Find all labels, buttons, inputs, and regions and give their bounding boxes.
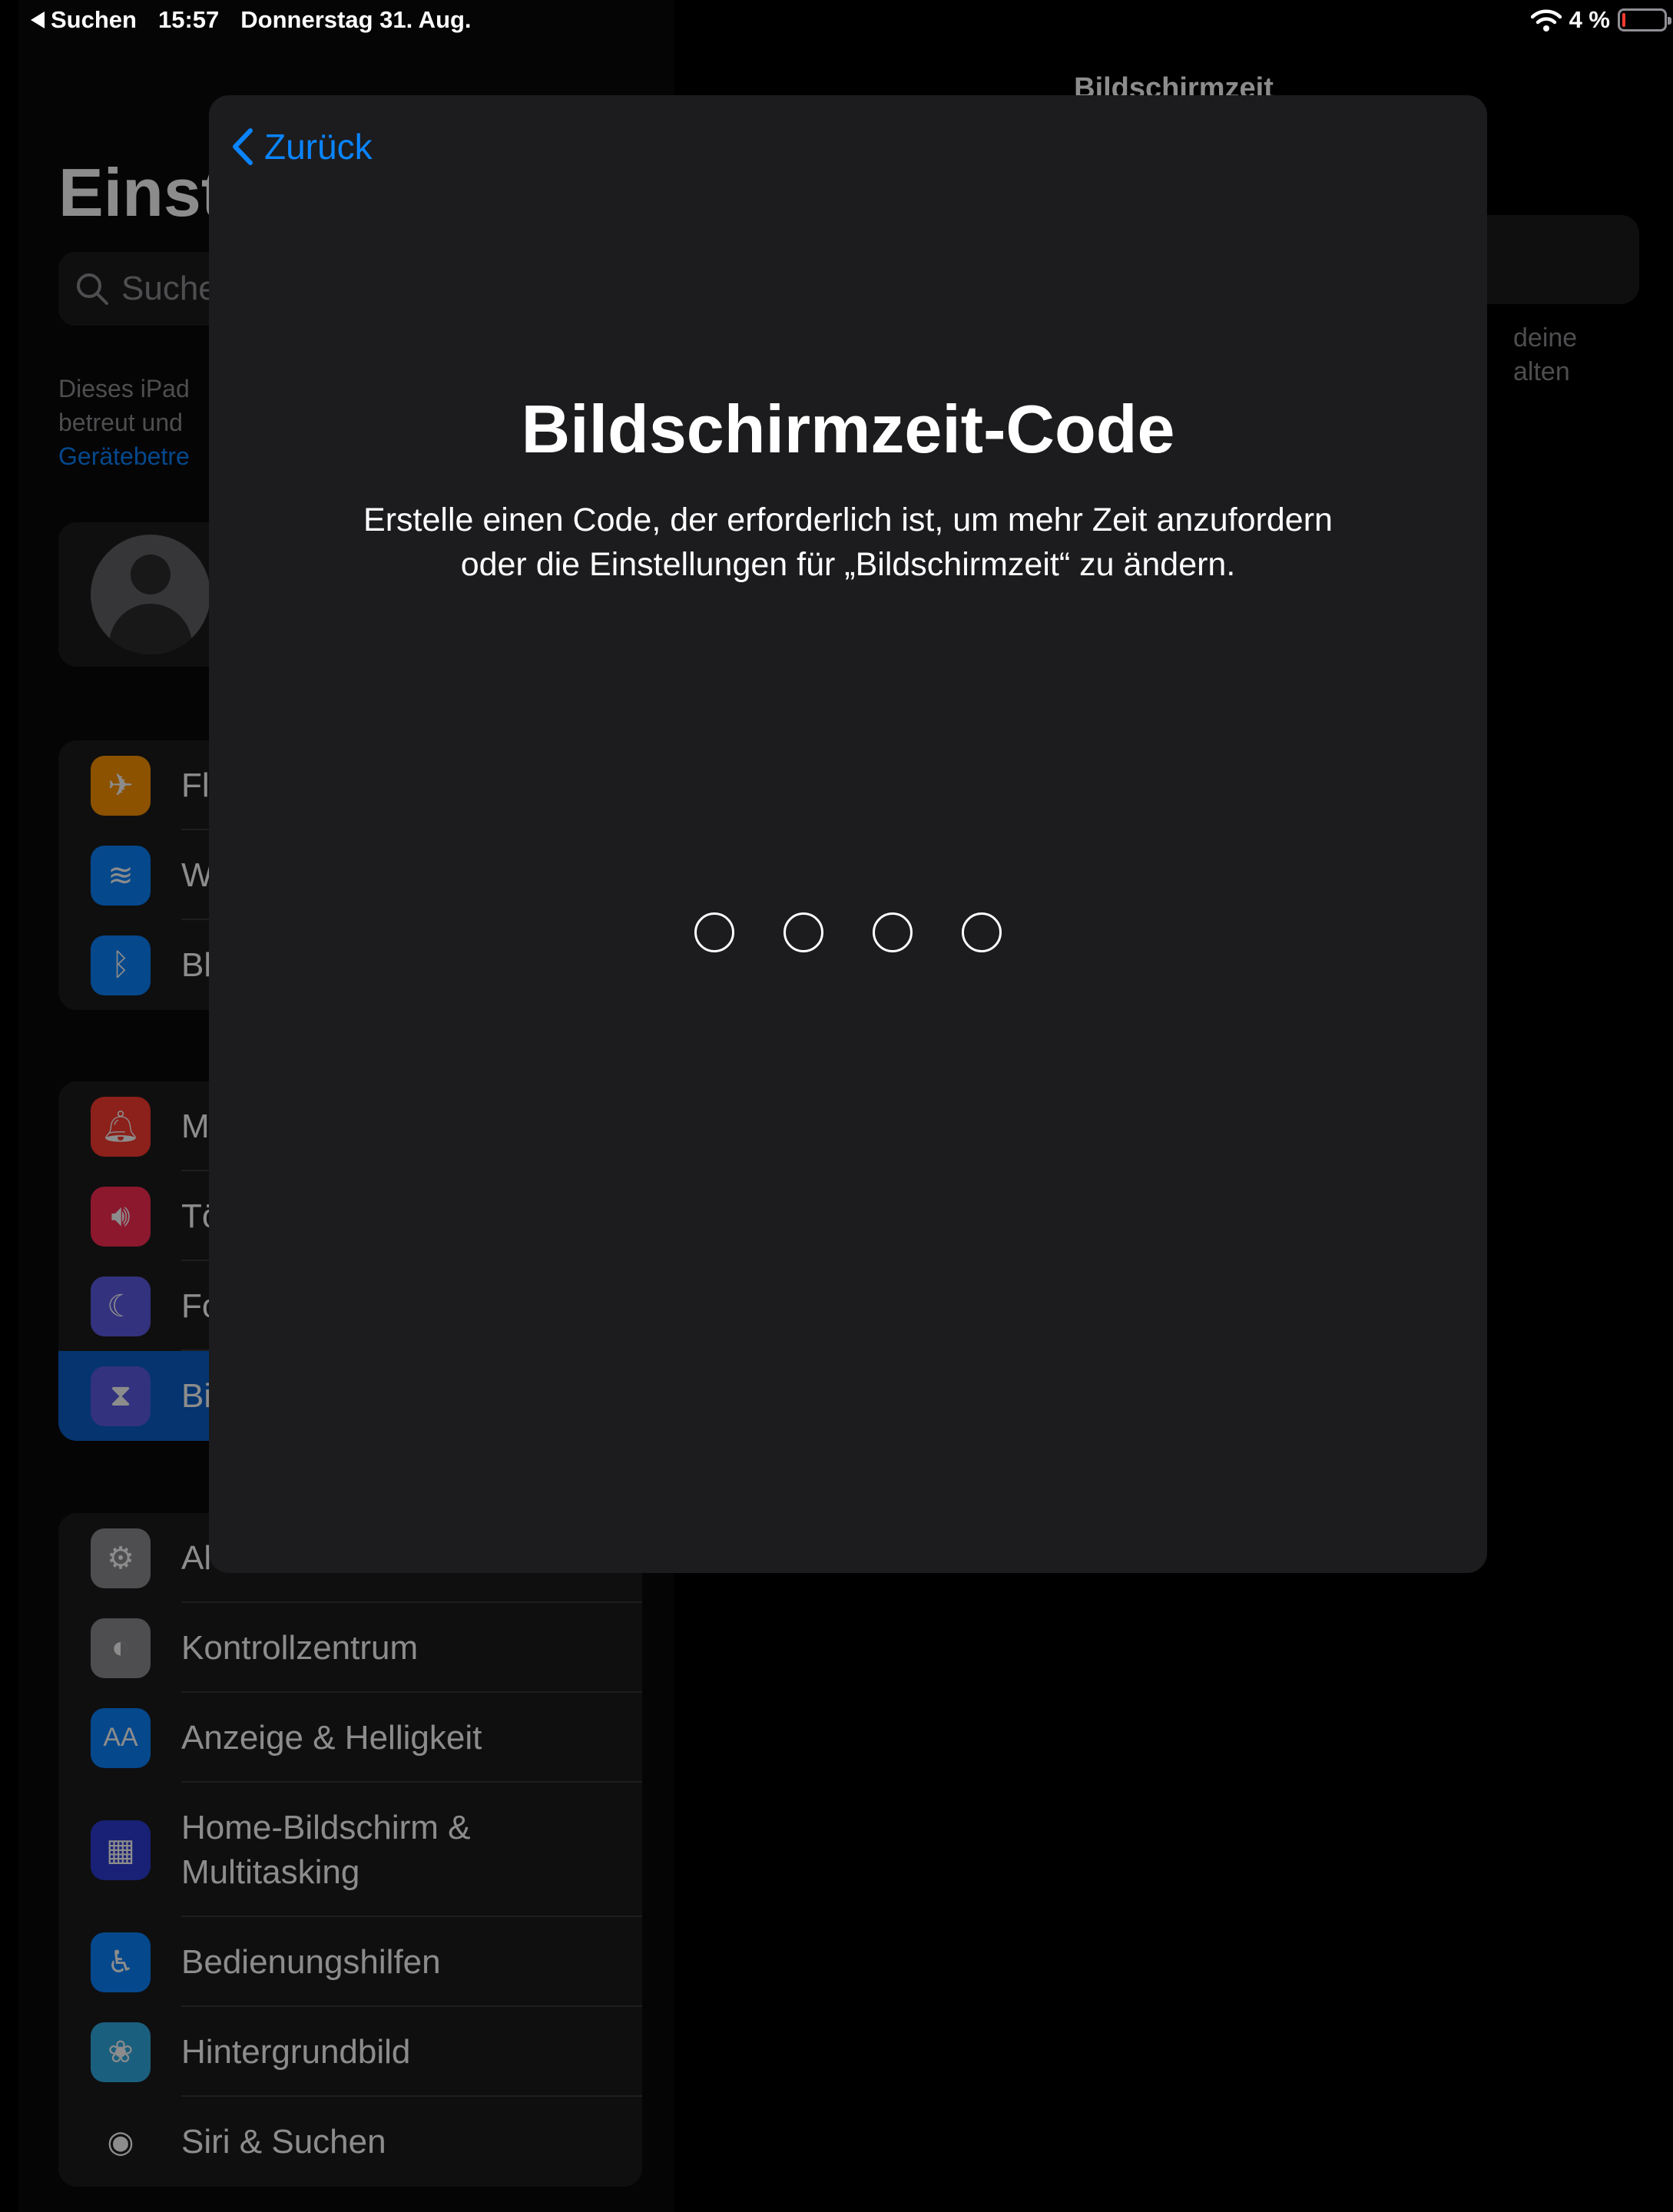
detail-text-line-1: deine — [1513, 323, 1578, 353]
home-grid-icon: ▦ — [91, 1820, 151, 1880]
sidebar-item-label: Al — [181, 1538, 212, 1577]
sidebar-item[interactable]: ◐ Kontrollzentrum — [58, 1603, 642, 1693]
notice-line-2: betreut und — [58, 409, 183, 436]
sidebar-item-label: M — [181, 1107, 210, 1145]
airplane-icon: ✈ — [91, 755, 151, 816]
back-to-app-label: Suchen — [51, 6, 137, 33]
notice-line-1: Dieses iPad — [58, 375, 190, 402]
sheet-description: Erstelle einen Code, der erforderlich is… — [209, 498, 1487, 587]
battery-level — [1622, 13, 1625, 27]
passcode-digit-empty — [694, 912, 734, 952]
avatar — [91, 535, 210, 654]
wifi-icon: ≋ — [91, 845, 151, 906]
sidebar-item-label: Bl — [181, 945, 212, 984]
text-size-icon: AA — [91, 1707, 151, 1768]
sidebar-item[interactable]: ♿︎ Bedienungshilfen — [58, 1917, 642, 2007]
toggles-icon: ◐ — [91, 1618, 151, 1678]
settings-group-general: ⚙ Al ◐ Kontrollzentrum AA Anzeige & Helligkei… — [58, 1513, 642, 2187]
bell-icon: 🔔︎ — [91, 1096, 151, 1157]
clock: 15:57 — [157, 6, 220, 33]
search-icon — [77, 273, 108, 305]
sidebar-item[interactable]: ◉ Siri & Suchen — [58, 2097, 642, 2187]
battery-icon — [1618, 8, 1671, 31]
sidebar-item-label: Hintergrundbild — [181, 2032, 411, 2071]
search-placeholder: Suche — [121, 270, 217, 307]
chevron-left-icon — [233, 128, 253, 165]
sidebar-item-label: Home-Bildschirm & Multitasking — [181, 1808, 471, 1891]
sidebar-item[interactable]: ❀ Hintergrundbild — [58, 2007, 642, 2097]
back-button[interactable]: Zurück — [230, 126, 373, 167]
hourglass-icon: ⧗ — [91, 1366, 151, 1426]
detail-text: deine alten — [1513, 321, 1577, 389]
passcode-sheet: Zurück Bildschirmzeit-Code Erstelle eine… — [209, 95, 1487, 1573]
gear-icon: ⚙ — [91, 1528, 151, 1588]
back-to-app[interactable]: Suchen — [31, 6, 137, 34]
accessibility-icon: ♿︎ — [91, 1932, 151, 1992]
sidebar-item-label: Bedienungshilfen — [181, 1942, 441, 1981]
sidebar-item[interactable]: ▦ Home-Bildschirm & Multitasking — [58, 1783, 642, 1917]
status-bar: Suchen 15:57 Donnerstag 31. Aug. 4 % — [18, 0, 1673, 43]
wifi-icon — [1530, 9, 1562, 31]
sidebar-item[interactable]: AA Anzeige & Helligkeit — [58, 1693, 642, 1783]
date: Donnerstag 31. Aug. — [240, 6, 472, 33]
battery-percent: 4 % — [1569, 6, 1610, 33]
speaker-icon: 🔊︎ — [91, 1186, 151, 1247]
passcode-entry[interactable] — [209, 912, 1487, 952]
sheet-title: Bildschirmzeit-Code — [521, 391, 1175, 467]
description-line-2: oder die Einstellungen für „Bildschirmze… — [460, 546, 1236, 583]
passcode-digit-empty — [873, 912, 913, 952]
sidebar-title: Einst — [58, 154, 224, 230]
back-triangle-icon — [31, 12, 45, 28]
passcode-digit-empty — [962, 912, 1002, 952]
description-line-1: Erstelle einen Code, der erforderlich is… — [363, 502, 1333, 538]
siri-icon: ◉ — [91, 2111, 151, 2172]
detail-text-line-2: alten — [1513, 357, 1570, 386]
sidebar-item-label: Siri & Suchen — [181, 2122, 386, 2161]
sidebar-item-label: Anzeige & Helligkeit — [181, 1718, 482, 1757]
passcode-digit-empty — [783, 912, 823, 952]
sidebar-item-label: Kontrollzentrum — [181, 1628, 419, 1667]
moon-icon: ☾ — [91, 1276, 151, 1336]
sidebar-item-label: Bi — [181, 1376, 212, 1415]
flower-icon: ❀ — [91, 2022, 151, 2082]
bluetooth-icon: ᛒ — [91, 935, 151, 995]
sidebar-item-label: Fl — [181, 766, 210, 804]
back-button-label: Zurück — [264, 127, 373, 167]
